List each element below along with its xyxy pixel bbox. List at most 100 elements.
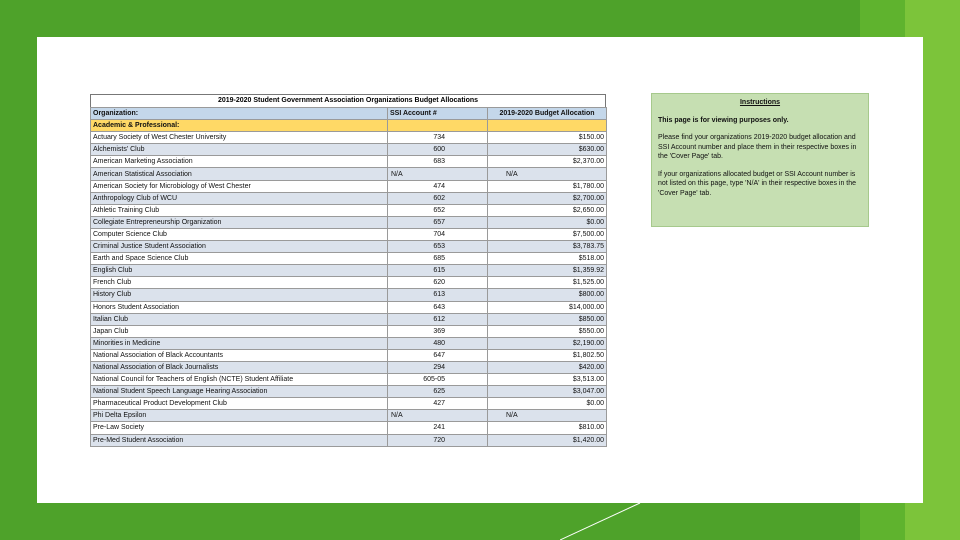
allocation-cell: $420.00	[487, 360, 607, 375]
account-cell: 294	[387, 360, 488, 375]
account-cell: 652	[387, 203, 488, 217]
org-name-cell: American Marketing Association	[90, 155, 388, 169]
table-row: Actuary Society of West Chester Universi…	[90, 131, 607, 145]
table-row: Collegiate Entrepreneurship Organization…	[90, 215, 607, 229]
instructions-panel: Instructions This page is for viewing pu…	[651, 93, 869, 227]
org-name-cell: Athletic Training Club	[90, 203, 388, 217]
org-name-cell: National Association of Black Accountant…	[90, 348, 388, 362]
table-row: Computer Science Club 704 $7,500.00	[90, 227, 607, 242]
account-cell: 241	[387, 421, 488, 435]
table-row: Japan Club 369 $550.00	[90, 324, 607, 338]
allocation-cell: $1,780.00	[487, 179, 607, 193]
org-name-cell: French Club	[90, 276, 388, 290]
allocation-cell: $2,700.00	[487, 191, 607, 205]
account-cell: 704	[387, 227, 488, 242]
table-row: Pre-Law Society 241 $810.00	[90, 421, 607, 435]
allocation-cell: $3,047.00	[487, 385, 607, 399]
account-cell: 653	[387, 240, 488, 254]
account-cell: 625	[387, 385, 488, 399]
org-name-cell: Actuary Society of West Chester Universi…	[90, 131, 388, 145]
org-name-cell: Honors Student Association	[90, 300, 388, 314]
account-cell: 685	[387, 252, 488, 266]
account-cell: 734	[387, 131, 488, 145]
account-cell: 620	[387, 276, 488, 290]
instructions-find-allocation: Please find your organizations 2019-2020…	[658, 134, 857, 160]
org-name-cell: English Club	[90, 264, 388, 278]
org-name-cell: Alchemists' Club	[90, 143, 388, 157]
allocation-cell: $850.00	[487, 312, 607, 326]
account-cell: 612	[387, 312, 488, 326]
allocation-cell: N/A	[487, 409, 607, 423]
decorative-line	[560, 502, 641, 540]
allocation-cell: $1,525.00	[487, 276, 607, 290]
allocation-cell: N/A	[487, 167, 607, 181]
table-row: Phi Delta Epsilon N/A N/A	[90, 409, 607, 423]
table-row: American Statistical Association N/A N/A	[90, 167, 607, 181]
table-row: French Club 620 $1,525.00	[90, 276, 607, 290]
table-row: Athletic Training Club 652 $2,650.00	[90, 203, 607, 217]
allocation-cell: $550.00	[487, 324, 607, 338]
account-cell: 602	[387, 191, 488, 205]
account-cell: 657	[387, 215, 488, 229]
allocation-cell: $2,650.00	[487, 203, 607, 217]
section-empty-cell	[487, 119, 607, 133]
table-row: History Club 613 $800.00	[90, 288, 607, 302]
account-cell: N/A	[387, 167, 488, 181]
table-title: 2019-2020 Student Government Association…	[90, 94, 606, 107]
allocation-cell: $630.00	[487, 143, 607, 157]
org-name-cell: Collegiate Entrepreneurship Organization	[90, 215, 388, 229]
org-name-cell: Japan Club	[90, 324, 388, 338]
org-name-cell: Phi Delta Epsilon	[90, 409, 388, 423]
org-name-cell: Italian Club	[90, 312, 388, 326]
org-name-cell: History Club	[90, 288, 388, 302]
org-name-cell: Computer Science Club	[90, 227, 388, 242]
slide-canvas: 2019-2020 Student Government Association…	[37, 37, 923, 503]
table-row: National Association of Black Accountant…	[90, 348, 607, 362]
section-empty-cell	[387, 119, 488, 133]
allocation-cell: $0.00	[487, 397, 607, 411]
table-row: American Society for Microbiology of Wes…	[90, 179, 607, 193]
account-cell: 427	[387, 397, 488, 411]
allocation-cell: $0.00	[487, 215, 607, 229]
org-name-cell: Pre-Law Society	[90, 421, 388, 435]
allocation-cell: $2,190.00	[487, 336, 607, 350]
table-row: National Student Speech Language Hearing…	[90, 385, 607, 399]
allocation-cell: $14,000.00	[487, 300, 607, 314]
instructions-not-listed: If your organizations allocated budget o…	[658, 170, 857, 197]
org-name-cell: National Association of Black Journalist…	[90, 360, 388, 375]
allocation-cell: $1,359.92	[487, 264, 607, 278]
allocation-cell: $1,420.00	[487, 433, 607, 447]
instructions-title: Instructions	[739, 99, 781, 106]
org-name-cell: National Student Speech Language Hearing…	[90, 385, 388, 399]
org-name-cell: American Society for Microbiology of Wes…	[90, 179, 388, 193]
table-row: Honors Student Association 643 $14,000.00	[90, 300, 607, 314]
org-name-cell: Minorities in Medicine	[90, 336, 388, 350]
table-row: American Marketing Association 683 $2,370.…	[90, 155, 607, 169]
section-header-row: Academic & Professional:	[90, 119, 607, 133]
instructions-viewing-note: This page is for viewing purposes only.	[658, 116, 789, 124]
account-cell: 480	[387, 336, 488, 350]
org-name-cell: Pre-Med Student Association	[90, 433, 388, 447]
account-cell: 474	[387, 179, 488, 193]
org-name-cell: American Statistical Association	[90, 167, 388, 181]
table-row: Criminal Justice Student Association 653 $…	[90, 240, 607, 254]
org-name-cell: Anthropology Club of WCU	[90, 191, 388, 205]
allocation-cell: $1,802.50	[487, 348, 607, 362]
budget-table: Organization: SSI Account # 2019-2020 Bu…	[90, 106, 607, 447]
allocation-cell: $810.00	[487, 421, 607, 435]
account-cell: 643	[387, 300, 488, 314]
account-cell: 600	[387, 143, 488, 157]
account-cell: 720	[387, 433, 488, 447]
table-row: National Council for Teachers of English…	[90, 373, 607, 387]
table-row: Anthropology Club of WCU 602 $2,700.00	[90, 191, 607, 205]
account-cell: 369	[387, 324, 488, 338]
header-allocation: 2019-2020 Budget Allocation	[487, 106, 607, 121]
account-cell: N/A	[387, 409, 488, 423]
allocation-cell: $150.00	[487, 131, 607, 145]
org-name-cell: National Council for Teachers of English…	[90, 373, 388, 387]
allocation-cell: $3,783.75	[487, 240, 607, 254]
header-organization: Organization:	[90, 106, 388, 121]
table-row: English Club 615 $1,359.92	[90, 264, 607, 278]
allocation-cell: $800.00	[487, 288, 607, 302]
table-row: Alchemists' Club 600 $630.00	[90, 143, 607, 157]
